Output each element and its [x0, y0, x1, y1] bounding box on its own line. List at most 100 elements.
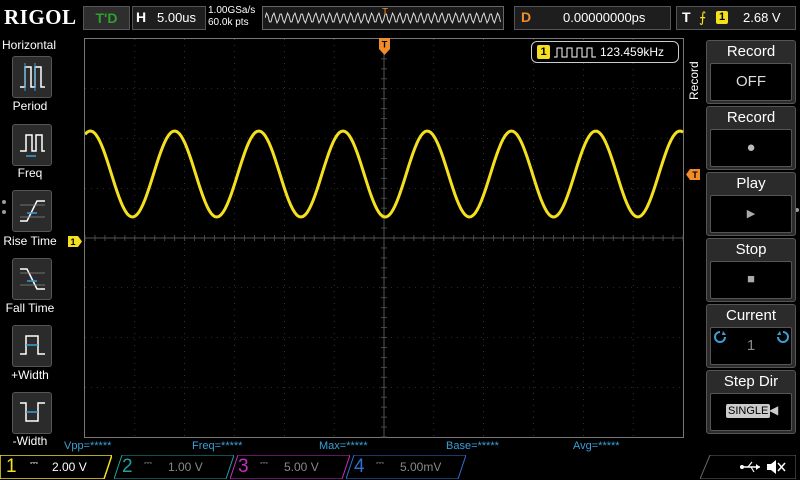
measurement-vpp[interactable]: Vpp=***** [64, 440, 111, 452]
speaker-mute-icon[interactable] [765, 458, 787, 476]
usb-icon [740, 461, 760, 473]
record-toggle-value: OFF [736, 73, 766, 90]
channel-1-waveform [85, 129, 684, 219]
record-dot-icon: ● [746, 139, 756, 156]
square-wave-icon [554, 47, 596, 58]
positive-width-button[interactable] [12, 325, 52, 367]
rise-time-icon [20, 200, 45, 222]
memory-depth: 60.0k pts [208, 17, 249, 28]
trigger-label: T [682, 9, 691, 25]
channel-1-offset-marker[interactable]: 1 [68, 234, 82, 247]
record-menu: Record OFF Record ● Play ▶ Stop ■ Curren… [700, 38, 800, 438]
trigger-level-icon: T [686, 169, 700, 180]
frequency-value: 123.459kHz [600, 45, 665, 59]
timebase-value: 5.00us [157, 10, 197, 25]
svg-text:T: T [692, 170, 698, 180]
trigger-position-marker[interactable]: T [379, 38, 390, 55]
trigger-position-icon: T [379, 38, 390, 55]
channel-3-status[interactable]: 3 ⎓ 5.00 V [230, 455, 350, 479]
play-button[interactable]: Play ▶ [706, 172, 796, 236]
waveform-display[interactable]: 1 123.459kHz [84, 38, 684, 438]
play-icon: ▶ [746, 208, 756, 220]
step-direction-title: Step Dir [723, 373, 779, 390]
channel-1-status[interactable]: 1 ⎓ 2.00 V [0, 455, 120, 479]
horizontal-timebase[interactable]: H 5.00us [132, 6, 206, 30]
fall-time-icon [20, 268, 45, 290]
period-button[interactable] [12, 56, 52, 98]
horizontal-label: H [136, 9, 147, 25]
period-label: Period [12, 99, 48, 113]
trigger-level-marker[interactable]: T [686, 167, 700, 180]
negative-width-icon [20, 402, 45, 422]
delay-label: D [521, 9, 532, 25]
measurement-results-bar: Vpp=***** Freq=***** Max=***** Base=****… [0, 440, 800, 454]
freq-button[interactable] [12, 124, 52, 166]
rise-time-button[interactable] [12, 190, 52, 232]
record-start-button[interactable]: Record ● [706, 106, 796, 170]
dc-coupling-icon: ⎓ [376, 458, 384, 469]
step-direction-value-box: SINGLE ◀ [710, 393, 792, 431]
play-title: Play [736, 175, 766, 192]
stop-title: Stop [735, 241, 767, 258]
record-start-value-box: ● [710, 129, 792, 167]
top-status-bar: RIGOL T'D H 5.00us 1.00GSa/s 60.0k pts T… [0, 0, 800, 34]
record-toggle-title: Record [726, 43, 776, 60]
current-frame-value-box: 1 [710, 327, 792, 365]
channel-4-status[interactable]: 4 ⎓ 5.00mV [346, 455, 466, 479]
channel-4-scale: 5.00mV [400, 460, 442, 474]
fall-time-label: Fall Time [5, 301, 55, 315]
current-frame-control[interactable]: Current 1 [706, 304, 796, 368]
channel-2-status[interactable]: 2 ⎓ 1.00 V [114, 455, 234, 479]
channel-2-scale: 1.00 V [168, 460, 203, 474]
measurement-avg[interactable]: Avg=***** [573, 440, 620, 452]
frequency-channel-badge: 1 [537, 45, 550, 59]
measurement-max[interactable]: Max=***** [319, 440, 368, 452]
channel-2-number: 2 [122, 456, 133, 477]
delay-value: 0.00000000ps [563, 10, 646, 25]
dc-coupling-icon: ⎓ [144, 458, 152, 469]
page-dot-icon [2, 200, 6, 204]
horizontal-delay[interactable]: D 0.00000000ps [514, 6, 671, 30]
rigol-logo: RIGOL [4, 5, 77, 29]
channel-3-scale: 5.00 V [284, 460, 319, 474]
freq-label: Freq [17, 166, 43, 180]
record-toggle-button[interactable]: Record OFF [706, 40, 796, 104]
channel-3-number: 3 [238, 456, 249, 477]
play-value-box: ▶ [710, 195, 792, 233]
memory-overview-bar[interactable]: T [262, 6, 504, 30]
dc-coupling-icon: ⎓ [260, 458, 268, 469]
positive-width-label: +Width [11, 368, 49, 382]
trigger-source-badge: 1 [716, 11, 728, 24]
frequency-counter: 1 123.459kHz [531, 41, 679, 63]
channel-4-number: 4 [354, 456, 365, 477]
stop-icon: ■ [747, 271, 755, 286]
freq-icon [20, 134, 45, 157]
stop-value-box: ■ [710, 261, 792, 299]
current-frame-value: 1 [746, 337, 756, 354]
sample-rate: 1.00GSa/s [208, 5, 256, 16]
step-direction-button[interactable]: Step Dir SINGLE ◀ [706, 370, 796, 434]
svg-text:T: T [382, 40, 388, 50]
page-dot-icon [2, 210, 6, 214]
trigger-level-value: 2.68 V [743, 10, 781, 25]
rising-edge-icon: ⨍ [699, 9, 707, 25]
measurement-base[interactable]: Base=***** [446, 440, 499, 452]
record-start-title: Record [726, 109, 776, 126]
measure-menu-title: Horizontal [2, 38, 57, 52]
direction-icon: ◀ [769, 403, 779, 417]
trigger-settings[interactable]: T ⨍ 1 2.68 V [676, 6, 796, 30]
channel-1-scale: 2.00 V [52, 460, 87, 474]
rise-time-label: Rise Time [3, 234, 57, 248]
stop-button[interactable]: Stop ■ [706, 238, 796, 302]
fall-time-button[interactable] [12, 258, 52, 300]
current-frame-title: Current [725, 307, 777, 324]
svg-text:Record: Record [687, 61, 701, 100]
memory-trigger-position-marker: T [382, 7, 389, 18]
measurement-freq[interactable]: Freq=***** [192, 440, 242, 452]
trigger-status-indicator[interactable]: T'D [83, 6, 130, 30]
dc-coupling-icon: ⎓ [30, 458, 38, 469]
negative-width-button[interactable] [12, 392, 52, 434]
period-icon [20, 63, 45, 91]
channel-status-bar: 1 ⎓ 2.00 V 2 ⎓ 1.00 V 3 ⎓ 5.00 V 4 ⎓ 5.0… [0, 454, 800, 480]
positive-width-icon [20, 335, 45, 355]
